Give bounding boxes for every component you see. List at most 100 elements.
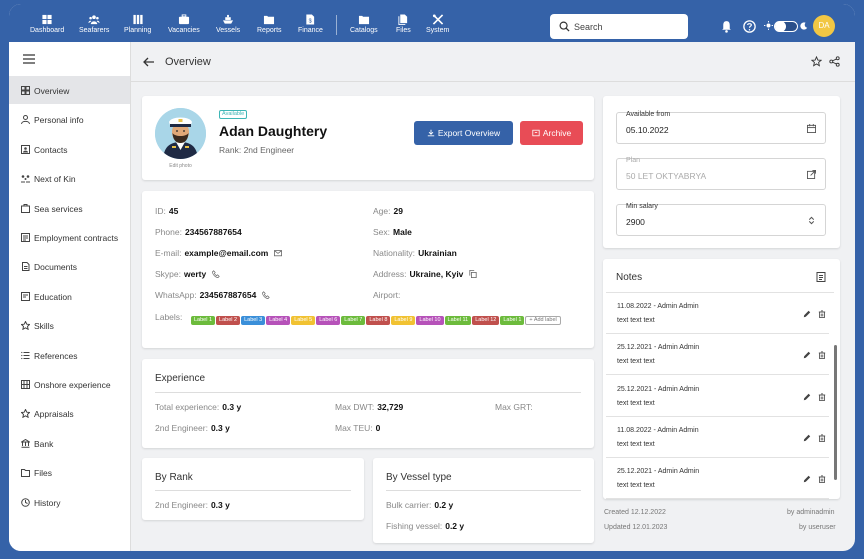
label-chip[interactable]: Label 12 bbox=[472, 316, 500, 325]
sidebar-item-label: Overview bbox=[34, 86, 70, 96]
min-salary-field[interactable]: Min salary 2900 bbox=[616, 203, 826, 236]
delete-icon[interactable] bbox=[818, 434, 826, 442]
nav-label: Catalogs bbox=[350, 27, 378, 34]
label-chip[interactable]: Label 7 bbox=[341, 316, 366, 325]
nav-seafarers[interactable]: Seafarers bbox=[79, 14, 109, 34]
stepper-icon[interactable] bbox=[807, 216, 816, 225]
nav-catalogs[interactable]: Catalogs bbox=[350, 14, 378, 34]
files-icon bbox=[397, 14, 409, 25]
star-icon[interactable] bbox=[811, 56, 822, 67]
delete-icon[interactable] bbox=[818, 351, 826, 360]
nav-reports[interactable]: Reports bbox=[257, 14, 282, 34]
search-icon bbox=[559, 21, 570, 32]
phone-call-icon[interactable] bbox=[261, 291, 270, 299]
sidebar-item-label: Next of Kin bbox=[34, 174, 76, 185]
sidebar-item-appraisals[interactable]: Appraisals bbox=[9, 399, 130, 427]
info-card: ID: 45 Phone: 234567887654 E-mail: example@… bbox=[142, 191, 594, 348]
edit-icon[interactable] bbox=[803, 434, 811, 442]
notes-scrollbar[interactable] bbox=[834, 345, 837, 480]
label-chip[interactable]: Label 9 bbox=[391, 316, 416, 325]
available-from-field[interactable]: Available from 05.10.2022 bbox=[616, 111, 826, 144]
edit-icon[interactable] bbox=[803, 393, 811, 401]
label-chip[interactable]: Label 11 bbox=[444, 316, 472, 325]
note-text: text text text bbox=[617, 317, 655, 324]
sidebar: Overview Personal info Contacts Next of Kin… bbox=[9, 42, 131, 551]
add-note-icon[interactable] bbox=[816, 272, 826, 282]
archive-button[interactable]: Archive bbox=[520, 121, 583, 145]
planning-icon bbox=[132, 14, 144, 25]
mail-icon[interactable] bbox=[273, 249, 282, 257]
nav-dashboard[interactable]: Dashboard bbox=[30, 14, 64, 34]
sidebar-item-personal-info[interactable]: Personal info bbox=[9, 105, 130, 133]
label-chip[interactable]: Label 4 bbox=[266, 316, 291, 325]
label-chip[interactable]: Label 1 bbox=[191, 316, 216, 325]
updated-by: by useruser bbox=[799, 524, 836, 531]
delete-icon[interactable] bbox=[818, 475, 826, 484]
sidebar-item-contacts[interactable]: Contacts bbox=[9, 135, 130, 163]
sidebar-item-label: Contacts bbox=[34, 144, 68, 155]
sidebar-item-next-of-kin[interactable]: Next of Kin bbox=[9, 164, 130, 192]
history-icon bbox=[21, 497, 30, 507]
nav-label: System bbox=[426, 27, 450, 34]
sidebar-item-files[interactable]: Files bbox=[9, 458, 130, 486]
search-box[interactable] bbox=[550, 14, 688, 39]
menu-icon[interactable] bbox=[23, 54, 35, 64]
sidebar-item-bank[interactable]: Bank bbox=[9, 429, 130, 457]
open-link-icon[interactable] bbox=[807, 170, 816, 179]
nav-vessels[interactable]: Vessels bbox=[216, 14, 240, 34]
moon-icon bbox=[800, 22, 808, 30]
label-chip[interactable]: Label 3 bbox=[241, 316, 266, 325]
sidebar-item-onshore-experience[interactable]: Onshore experience bbox=[9, 370, 130, 398]
experience-title: Experience bbox=[155, 373, 206, 384]
availability-card: Available from 05.10.2022 Plan 50 LET OK… bbox=[603, 96, 840, 248]
sidebar-item-history[interactable]: History bbox=[9, 488, 130, 516]
sidebar-item-references[interactable]: References bbox=[9, 341, 130, 369]
calendar-icon[interactable] bbox=[807, 124, 816, 133]
note-meta: 11.08.2022 - Admin Admin bbox=[617, 303, 699, 310]
sidebar-item-education[interactable]: Education bbox=[9, 282, 130, 310]
contacts-icon bbox=[21, 144, 30, 154]
add-label-button[interactable]: + Add label bbox=[525, 316, 561, 325]
sidebar-item-label: Files bbox=[34, 468, 52, 479]
label-chip[interactable]: Label 8 bbox=[366, 316, 391, 325]
note-text: text text text bbox=[617, 482, 655, 490]
nav-system[interactable]: System bbox=[426, 14, 449, 34]
sidebar-item-label: Documents bbox=[34, 262, 77, 273]
avatar[interactable]: DA bbox=[813, 15, 835, 37]
sidebar-item-documents[interactable]: Documents bbox=[9, 252, 130, 280]
by-vessel-title: By Vessel type bbox=[386, 472, 452, 483]
label-chip[interactable]: Label 6 bbox=[316, 316, 341, 325]
status-badge: Available bbox=[219, 110, 248, 119]
nav-files[interactable]: Files bbox=[396, 14, 411, 34]
edit-icon[interactable] bbox=[803, 475, 811, 483]
edit-icon[interactable] bbox=[803, 351, 811, 359]
profile-photo[interactable] bbox=[155, 108, 206, 159]
export-overview-button[interactable]: Export Overview bbox=[414, 121, 513, 145]
phone-call-icon[interactable] bbox=[211, 270, 220, 278]
theme-toggle[interactable] bbox=[774, 21, 798, 32]
sea-services-icon bbox=[21, 203, 30, 213]
bank-icon bbox=[21, 438, 30, 448]
delete-icon[interactable] bbox=[818, 392, 826, 401]
nav-finance[interactable]: $ Finance bbox=[298, 14, 323, 34]
bell-icon[interactable] bbox=[720, 20, 733, 33]
delete-icon[interactable] bbox=[818, 310, 826, 318]
search-input[interactable] bbox=[574, 19, 674, 34]
share-icon[interactable] bbox=[829, 56, 840, 67]
label-chip[interactable]: Label 1 bbox=[500, 316, 525, 325]
sidebar-item-overview[interactable]: Overview bbox=[9, 76, 130, 104]
copy-icon[interactable] bbox=[469, 270, 477, 278]
sidebar-item-sea-services[interactable]: Sea services bbox=[9, 194, 130, 222]
nav-planning[interactable]: Planning bbox=[124, 14, 151, 34]
help-icon[interactable] bbox=[743, 20, 756, 33]
sidebar-item-employment-contracts[interactable]: Employment contracts bbox=[9, 223, 130, 251]
divider bbox=[386, 490, 581, 491]
sidebar-item-skills[interactable]: Skills bbox=[9, 311, 130, 339]
nav-vacancies[interactable]: Vacancies bbox=[168, 14, 200, 34]
edit-icon[interactable] bbox=[803, 310, 811, 318]
back-arrow-icon[interactable] bbox=[143, 57, 155, 67]
photo-caption[interactable]: Edit photo bbox=[155, 163, 206, 169]
label-chip[interactable]: Label 5 bbox=[291, 316, 316, 325]
label-chip[interactable]: Label 2 bbox=[216, 316, 241, 325]
label-chip[interactable]: Label 10 bbox=[416, 316, 444, 325]
